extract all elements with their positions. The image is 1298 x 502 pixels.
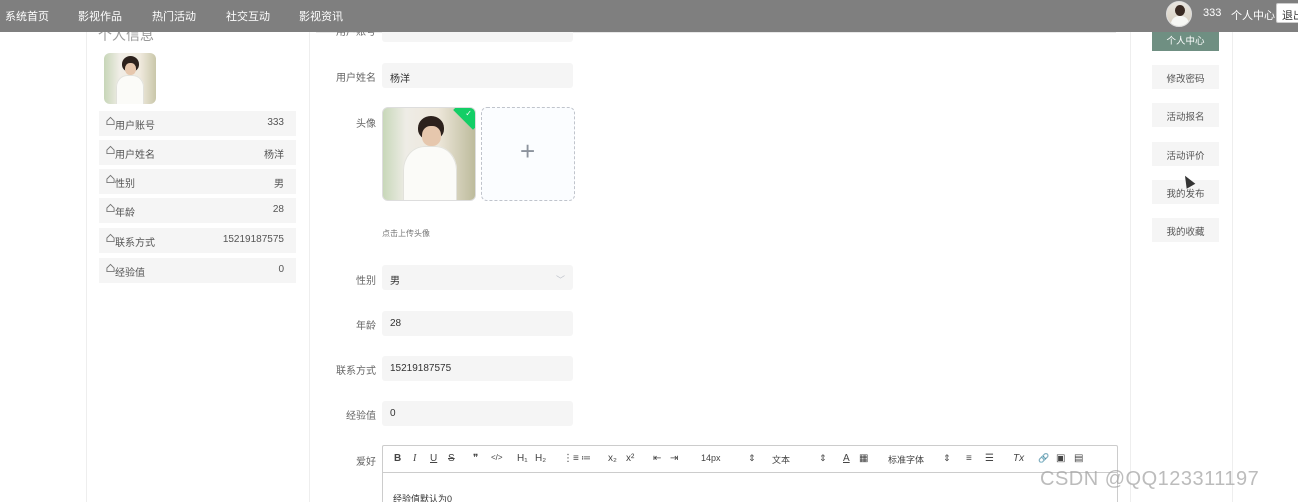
home-icon <box>106 263 115 273</box>
home-icon <box>106 203 115 213</box>
strike-icon[interactable]: S <box>448 453 455 464</box>
image-icon[interactable]: ▣ <box>1056 453 1065 464</box>
age-input[interactable]: 28 <box>382 311 573 336</box>
upload-tip: 点击上传头像 <box>382 229 430 238</box>
ordered-list-icon[interactable]: ⋮≡ <box>563 453 579 464</box>
home-icon <box>106 116 115 126</box>
editor-toolbar: B I U S ❞ </> H₁ H₂ ⋮≡ ≔ x₂ x² ⇤ ⇥ 14px … <box>383 446 1117 473</box>
row-value: 28 <box>272 204 284 215</box>
watermark: CSDN @QQ123311197 <box>1040 468 1260 490</box>
bold-icon[interactable]: B <box>394 453 401 464</box>
home-icon <box>106 233 115 243</box>
home-icon <box>106 145 115 155</box>
select-arrows-icon: ⇕ <box>943 453 951 463</box>
subscript-icon[interactable]: x₂ <box>608 453 617 464</box>
sidebar-item-activity-signup[interactable]: 活动报名 <box>1152 103 1219 127</box>
user-center-link[interactable]: 个人中心 <box>1231 7 1275 23</box>
profile-avatar <box>104 53 156 104</box>
avatar-preview: ✓ <box>382 107 476 201</box>
username: 333 <box>1203 7 1222 19</box>
gender-select[interactable]: 男 <box>382 265 573 290</box>
bullet-list-icon[interactable]: ≔ <box>581 453 591 464</box>
profile-row-phone: 联系方式 15219187575 <box>99 228 296 253</box>
blockquote-icon[interactable]: ❞ <box>473 453 478 464</box>
row-value: 333 <box>267 117 284 128</box>
background-color-icon[interactable]: ▦ <box>859 453 868 464</box>
nav-news[interactable]: 影视资讯 <box>299 8 343 24</box>
text-color-icon[interactable]: A <box>843 453 850 464</box>
rich-text-editor: B I U S ❞ </> H₁ H₂ ⋮≡ ≔ x₂ x² ⇤ ⇥ 14px … <box>382 445 1118 502</box>
font-size-select[interactable]: 14px <box>701 453 721 463</box>
row-label: 联系方式 <box>115 238 155 249</box>
row-value: 杨洋 <box>264 150 284 161</box>
plus-icon: + <box>520 136 536 166</box>
profile-row-age: 年龄 28 <box>99 198 296 223</box>
row-label: 用户账号 <box>115 121 155 132</box>
exp-input[interactable]: 0 <box>382 401 573 426</box>
underline-icon[interactable]: U <box>430 453 437 464</box>
sidebar-item-change-password[interactable]: 修改密码 <box>1152 65 1219 89</box>
nav-activities[interactable]: 热门活动 <box>152 8 196 24</box>
user-avatar[interactable] <box>1166 1 1192 27</box>
profile-row-exp: 经验值 0 <box>99 258 296 283</box>
row-value: 15219187575 <box>222 234 284 245</box>
row-value: 男 <box>274 179 284 190</box>
font-family-select[interactable]: 标准字体 <box>888 453 924 466</box>
align-icon[interactable]: ≡ <box>966 453 972 464</box>
clean-format-icon[interactable]: Tx <box>1013 453 1024 464</box>
profile-row-account: 用户账号 333 <box>99 111 296 136</box>
name-input[interactable]: 杨洋 <box>382 63 573 88</box>
indent-icon[interactable]: ⇥ <box>670 453 678 464</box>
avatar-label: 头像 <box>356 119 376 130</box>
link-icon[interactable]: 🔗 <box>1038 453 1049 464</box>
nav-works[interactable]: 影视作品 <box>78 8 122 24</box>
align-left-icon[interactable]: ☰ <box>985 453 994 464</box>
h2-icon[interactable]: H₂ <box>535 453 546 464</box>
sidebar-item-favorites[interactable]: 我的收藏 <box>1152 218 1219 242</box>
row-label: 用户姓名 <box>115 150 155 161</box>
phone-input[interactable]: 15219187575 <box>382 356 573 381</box>
home-icon <box>106 174 115 184</box>
code-icon[interactable]: </> <box>491 453 503 462</box>
h1-icon[interactable]: H₁ <box>517 453 528 464</box>
italic-icon[interactable]: I <box>413 453 416 464</box>
hobby-label: 爱好 <box>356 457 376 468</box>
select-arrows-icon: ⇕ <box>819 453 827 463</box>
logout-button[interactable]: 退出登录 <box>1276 3 1298 23</box>
check-icon: ✓ <box>465 109 472 118</box>
profile-row-name: 用户姓名 杨洋 <box>99 140 296 165</box>
outdent-icon[interactable]: ⇤ <box>653 453 661 464</box>
exp-label: 经验值 <box>346 411 376 422</box>
header-select[interactable]: 文本 <box>772 453 790 466</box>
editor-content[interactable]: 经验值默认为0 <box>393 492 452 502</box>
phone-label: 联系方式 <box>336 366 376 377</box>
sidebar-item-activity-review[interactable]: 活动评价 <box>1152 142 1219 166</box>
select-arrows-icon: ⇕ <box>748 453 756 463</box>
age-label: 年龄 <box>356 321 376 332</box>
nav-social[interactable]: 社交互动 <box>226 8 270 24</box>
profile-row-gender: 性别 男 <box>99 169 296 194</box>
name-label: 用户姓名 <box>336 73 376 84</box>
gender-label: 性别 <box>356 276 376 287</box>
chevron-down-icon: ﹀ <box>556 275 566 285</box>
video-icon[interactable]: ▤ <box>1074 453 1083 464</box>
row-label: 年龄 <box>115 208 135 219</box>
avatar-upload-button[interactable]: + <box>481 107 575 201</box>
top-navbar: 系统首页 影视作品 热门活动 社交互动 影视资讯 333 个人中心 退出登录 <box>0 0 1298 32</box>
row-value: 0 <box>278 264 284 275</box>
superscript-icon[interactable]: x² <box>626 453 634 464</box>
nav-home[interactable]: 系统首页 <box>5 8 49 24</box>
row-label: 经验值 <box>115 268 145 279</box>
row-label: 性别 <box>115 179 135 190</box>
